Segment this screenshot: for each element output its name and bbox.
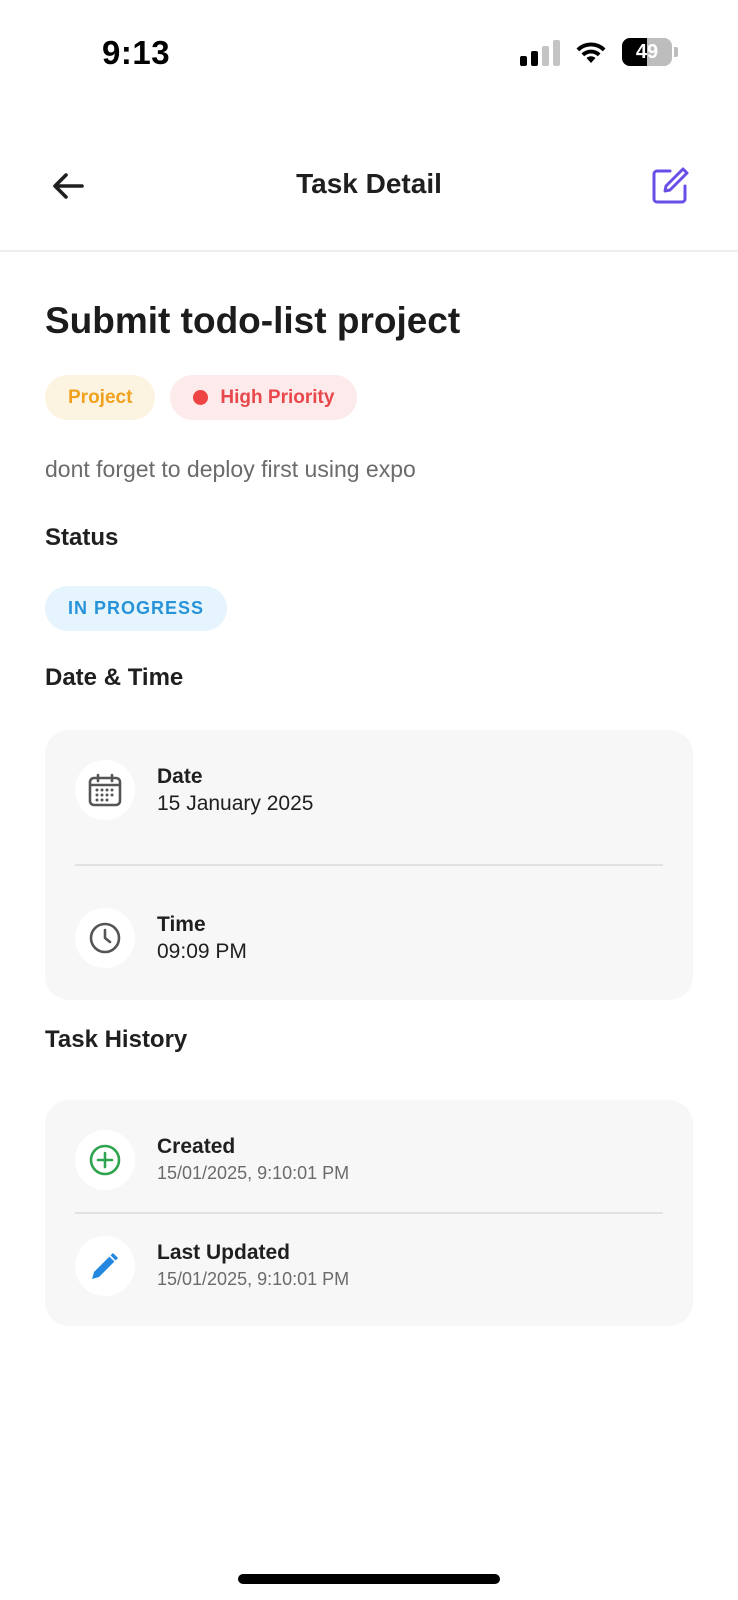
battery-level: 49	[635, 40, 659, 63]
updated-icon-circle	[75, 1236, 135, 1296]
category-label: Project	[68, 386, 133, 408]
date-text: Date 15 January 2025	[157, 763, 313, 817]
updated-label: Last Updated	[157, 1241, 291, 1264]
updated-row: Last Updated 15/01/2025, 9:10:01 PM	[75, 1236, 349, 1296]
created-row: Created 15/01/2025, 9:10:01 PM	[75, 1130, 349, 1190]
category-tag: Project	[45, 375, 156, 420]
add-circle-icon	[89, 1144, 121, 1176]
header-bar: Task Detail	[0, 140, 738, 252]
cellular-signal-icon	[520, 38, 560, 66]
datetime-section-title: Date & Time	[45, 664, 184, 691]
task-description: dont forget to deploy first using expo	[45, 456, 416, 482]
calendar-icon	[88, 773, 122, 807]
wifi-icon	[576, 42, 606, 63]
pencil-icon	[92, 1253, 118, 1279]
updated-value: 15/01/2025, 9:10:01 PM	[157, 1269, 350, 1289]
edit-task-button[interactable]	[646, 162, 694, 210]
task-tags: Project High Priority	[45, 375, 358, 420]
date-row: Date 15 January 2025	[75, 760, 313, 820]
date-icon-circle	[75, 760, 135, 820]
battery-icon: 49	[622, 38, 672, 66]
time-label: Time	[157, 913, 206, 936]
task-title: Submit todo-list project	[45, 300, 461, 341]
date-value: 15 January 2025	[157, 792, 314, 815]
history-divider	[75, 1212, 663, 1214]
status-bar: 9:13 49	[0, 0, 738, 110]
time-text: Time 09:09 PM	[157, 911, 247, 965]
status-section-title: Status	[45, 524, 119, 551]
datetime-card: Date 15 January 2025 Time 09:09 PM	[45, 730, 693, 1000]
battery-cap	[674, 47, 678, 57]
status-icons: 49	[520, 38, 678, 66]
home-indicator[interactable]	[238, 1574, 500, 1584]
time-icon-circle	[75, 908, 135, 968]
task-detail-screen: 9:13 49 Task Detail Submit todo-list pro…	[0, 0, 738, 1600]
history-section-title: Task History	[45, 1026, 188, 1053]
status-time: 9:13	[102, 34, 171, 71]
clock-icon	[89, 922, 121, 954]
time-row: Time 09:09 PM	[75, 908, 247, 968]
created-value: 15/01/2025, 9:10:01 PM	[157, 1163, 350, 1183]
priority-label: High Priority	[220, 386, 335, 408]
edit-square-icon	[652, 167, 689, 204]
created-label: Created	[157, 1135, 236, 1158]
history-card: Created 15/01/2025, 9:10:01 PM Last Upda…	[45, 1100, 693, 1326]
time-value: 09:09 PM	[157, 940, 247, 963]
created-text: Created 15/01/2025, 9:10:01 PM	[157, 1133, 349, 1187]
created-icon-circle	[75, 1130, 135, 1190]
updated-text: Last Updated 15/01/2025, 9:10:01 PM	[157, 1239, 349, 1293]
priority-dot-icon	[193, 390, 209, 405]
priority-tag: High Priority	[170, 375, 358, 420]
datetime-divider	[75, 864, 663, 866]
date-label: Date	[157, 765, 203, 788]
status-badge: IN PROGRESS	[45, 586, 228, 631]
page-title: Task Detail	[296, 168, 442, 199]
